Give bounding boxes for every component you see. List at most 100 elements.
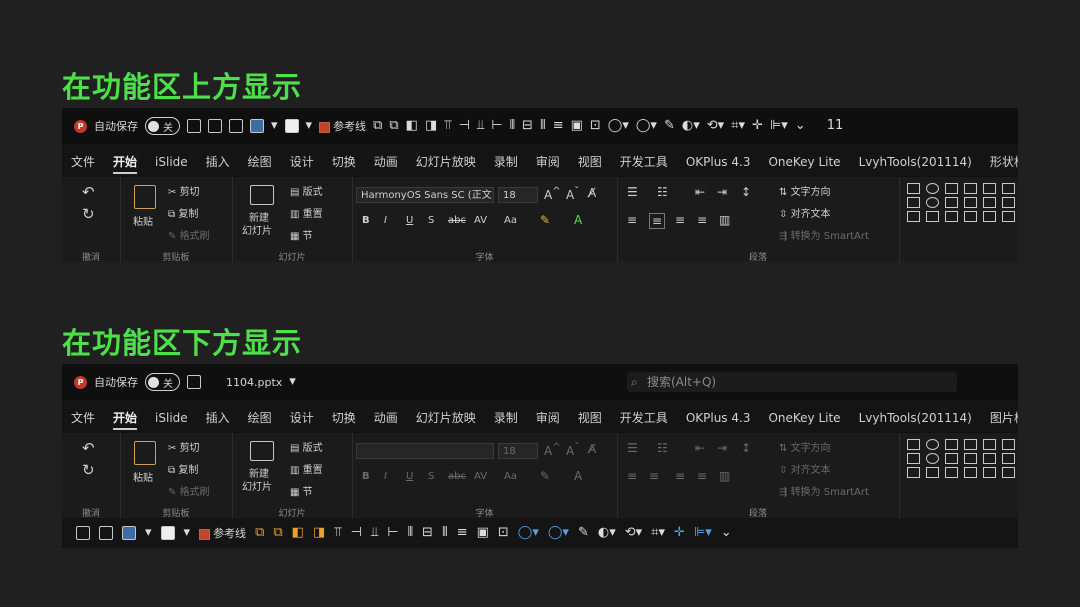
new-slide-line2[interactable]: 幻灯片 (242, 478, 272, 493)
tab-item[interactable]: 文件 (62, 404, 104, 432)
shape-icon[interactable] (945, 453, 958, 464)
tab-item[interactable]: 视图 (569, 148, 611, 176)
bold-button[interactable]: B (362, 215, 370, 226)
tab-item[interactable]: 插入 (197, 148, 239, 176)
line-spacing-icon[interactable]: ↕ (741, 441, 751, 455)
clear-format-icon[interactable]: A̸ (588, 186, 596, 200)
guides-checkbox[interactable]: 参考线 (319, 118, 366, 134)
smartart-button[interactable]: ⇶ 转换为 SmartArt (779, 227, 869, 242)
close-box-icon[interactable] (229, 119, 243, 133)
numbering-icon[interactable]: ☷ (657, 441, 668, 455)
align-left-icon[interactable]: ⊢ (387, 526, 398, 540)
tab-item[interactable]: 形状格式 (981, 148, 1018, 176)
font-shrink-icon[interactable]: Aˇ (566, 442, 579, 458)
tab-item[interactable]: 审阅 (527, 148, 569, 176)
paste-icon[interactable] (134, 441, 156, 465)
text-box-icon[interactable] (284, 119, 299, 133)
tab-item[interactable]: 动画 (365, 404, 407, 432)
shape-icon[interactable] (945, 211, 958, 222)
brush-icon[interactable]: ✎ (578, 526, 589, 540)
crosshair-icon[interactable]: ✛ (674, 526, 685, 540)
fill-icon[interactable]: ◐▾ (682, 119, 700, 133)
chevron-down-icon[interactable]: ▾ (184, 526, 191, 540)
justify-icon[interactable]: ≡ (697, 469, 707, 483)
tab-item[interactable]: 切换 (323, 148, 365, 176)
shape-icon[interactable] (926, 197, 939, 208)
columns-icon[interactable]: ▥ (719, 469, 730, 483)
shape-icon[interactable] (1002, 467, 1015, 478)
align-top-icon[interactable]: ⫪ (334, 526, 341, 540)
font-shrink-icon[interactable]: Aˇ (566, 186, 579, 202)
shape-icon[interactable] (945, 439, 958, 450)
shape-icon[interactable] (945, 467, 958, 478)
shape-icon[interactable] (907, 467, 920, 478)
filename[interactable]: 1104.pptx (226, 376, 282, 389)
shape-icon[interactable] (964, 453, 977, 464)
align-center-icon[interactable]: ⫴ (408, 526, 413, 540)
numbering-icon[interactable]: ☷ (657, 185, 668, 199)
case-button[interactable]: Aa (504, 471, 517, 482)
reset-button[interactable]: ▥ 重置 (290, 461, 323, 476)
send-back-icon[interactable]: ◨ (313, 526, 325, 540)
shape-icon[interactable] (983, 453, 996, 464)
font-color-icon[interactable]: A (574, 213, 582, 227)
rotate-icon[interactable]: ⟲▾ (625, 526, 642, 540)
align-bottom-icon[interactable]: ⫫ (371, 526, 378, 540)
tab-item[interactable]: 动画 (365, 148, 407, 176)
brush-icon[interactable]: ✎ (664, 119, 675, 133)
highlight-icon[interactable]: ✎ (540, 469, 550, 483)
chevron-down-icon[interactable]: ▾ (145, 526, 152, 540)
align-text-button[interactable]: ⇳ 对齐文本 (779, 461, 831, 476)
tab-item[interactable]: 文件 (62, 148, 104, 176)
tab-item[interactable]: OneKey Lite (759, 404, 849, 432)
undo-icon[interactable]: ↶ (82, 183, 95, 201)
redo-icon[interactable]: ↻ (82, 205, 95, 223)
cut-button[interactable]: ✂ 剪切 (168, 183, 200, 198)
tab-item[interactable]: 审阅 (527, 404, 569, 432)
rotate-icon[interactable]: ⟲▾ (707, 119, 724, 133)
new-slide-icon[interactable] (250, 441, 274, 461)
strike-icon[interactable]: abc (448, 215, 466, 226)
tab-item[interactable]: iSlide (146, 148, 197, 176)
align-bottom-icon[interactable]: ⫫ (477, 119, 484, 133)
italic-button[interactable]: I (384, 471, 387, 482)
shape-icon[interactable] (907, 197, 920, 208)
tab-item[interactable]: 开发工具 (611, 148, 677, 176)
align-text-button[interactable]: ⇳ 对齐文本 (779, 205, 831, 220)
align-right-icon[interactable]: ⊣ (351, 526, 362, 540)
bold-button[interactable]: B (362, 471, 370, 482)
new-slide-icon[interactable] (250, 185, 274, 205)
bullets-icon[interactable]: ☰ (627, 441, 638, 455)
tab-item[interactable]: 绘图 (239, 404, 281, 432)
tab-item[interactable]: 设计 (281, 404, 323, 432)
tab-item[interactable]: OneKey Lite (759, 148, 849, 176)
save-icon[interactable] (187, 119, 201, 133)
italic-button[interactable]: I (384, 215, 387, 226)
align-menu-icon[interactable]: ⊫▾ (694, 526, 712, 540)
align-center-icon[interactable]: ⫴ (510, 119, 515, 133)
strike-icon[interactable]: abc (448, 471, 466, 482)
shape-icon[interactable] (907, 183, 920, 194)
tab-item[interactable]: 绘图 (239, 148, 281, 176)
indent-icon[interactable]: ⇤ (695, 185, 705, 199)
tab-item[interactable]: OKPlus 4.3 (677, 148, 760, 176)
highlight-icon[interactable]: ✎ (540, 213, 550, 227)
font-size-combo[interactable]: 18 (498, 443, 538, 459)
shape-icon[interactable] (1002, 453, 1015, 464)
smartart-button[interactable]: ⇶ 转换为 SmartArt (779, 483, 869, 498)
tab-item[interactable]: 录制 (485, 404, 527, 432)
font-name-combo[interactable] (356, 443, 494, 459)
shape-outline-icon[interactable]: ◯▾ (636, 119, 657, 133)
new-slide-line2[interactable]: 幻灯片 (242, 222, 272, 237)
bring-front-icon[interactable]: ◧ (292, 526, 304, 540)
search-input[interactable]: ⌕ 搜索(Alt+Q) (627, 372, 957, 392)
shape-icon[interactable]: ◯▾ (518, 526, 539, 540)
tab-item[interactable]: 幻灯片放映 (407, 148, 485, 176)
cut-button[interactable]: ✂ 剪切 (168, 439, 200, 454)
distribute-h-icon[interactable]: ⦀ (442, 526, 448, 540)
align-left-para-icon[interactable]: ≡ (627, 469, 637, 483)
crosshair-icon[interactable]: ✛ (752, 119, 763, 133)
shadow-button[interactable]: S (428, 215, 434, 226)
font-size-combo[interactable]: 18 (498, 187, 538, 203)
paste-label[interactable]: 粘贴 (133, 469, 153, 484)
